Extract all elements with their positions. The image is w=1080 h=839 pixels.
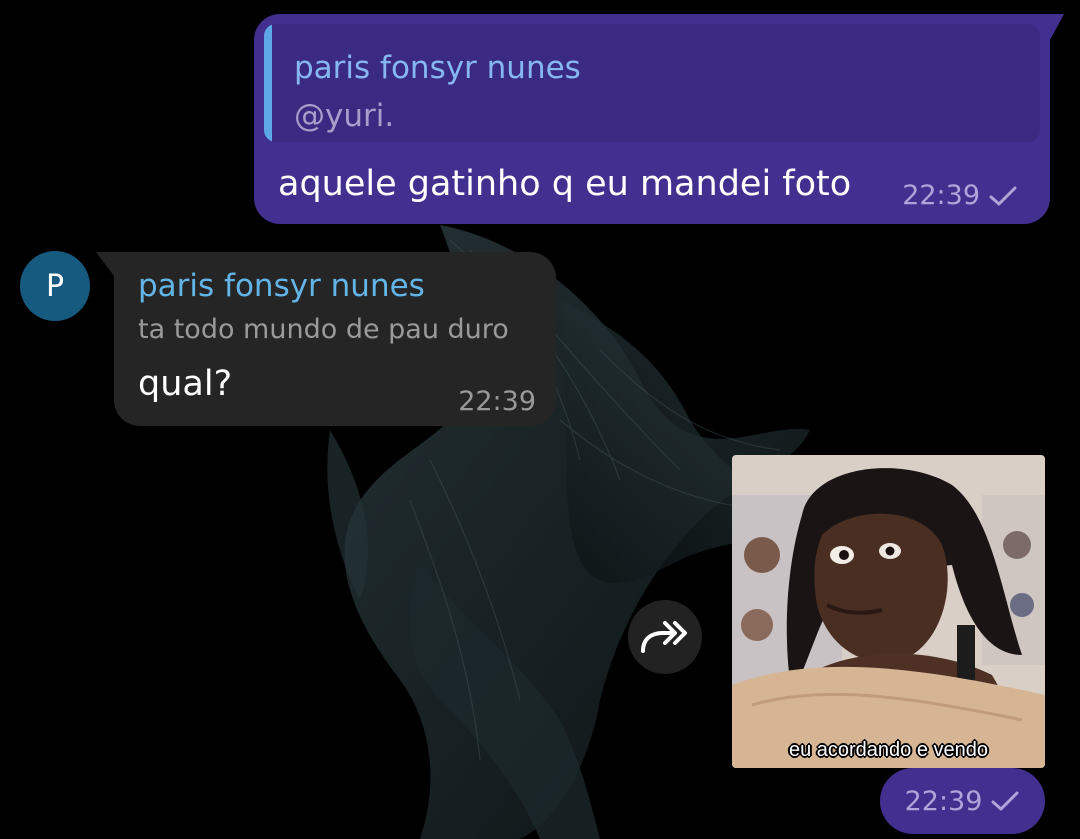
message-time: 22:39 [902,180,980,211]
quoted-text[interactable]: ta todo mundo de pau duro [138,314,509,345]
avatar[interactable]: P [20,251,90,321]
incoming-message-bubble[interactable]: paris fonsyr nunes ta todo mundo de pau … [96,252,556,426]
photo-message[interactable]: eu acordando e vendo [732,455,1045,768]
photo-caption: eu acordando e vendo [788,739,989,761]
quoted-author: paris fonsyr nunes [294,50,581,86]
forward-button[interactable] [628,600,702,674]
message-text: aquele gatinho q eu mandei foto [278,164,852,204]
chat-screen: paris fonsyr nunes @yuri. aquele gatinho… [0,0,1080,839]
message-time: 22:39 [458,386,536,417]
message-time: 22:39 [904,785,983,817]
outgoing-message-bubble[interactable]: paris fonsyr nunes @yuri. aquele gatinho… [254,14,1064,224]
meme-photo [732,455,1045,768]
check-icon [989,186,1017,205]
reply-accent-bar [264,24,272,142]
forward-icon [641,621,687,653]
check-icon [991,791,1019,811]
sender-name[interactable]: paris fonsyr nunes [138,268,425,304]
message-meta: 22:39 [902,180,1018,211]
photo-time-badge: 22:39 [880,768,1045,834]
quoted-text: @yuri. [294,98,395,134]
message-text: qual? [138,364,233,404]
quoted-reply[interactable]: paris fonsyr nunes @yuri. [264,24,1040,142]
